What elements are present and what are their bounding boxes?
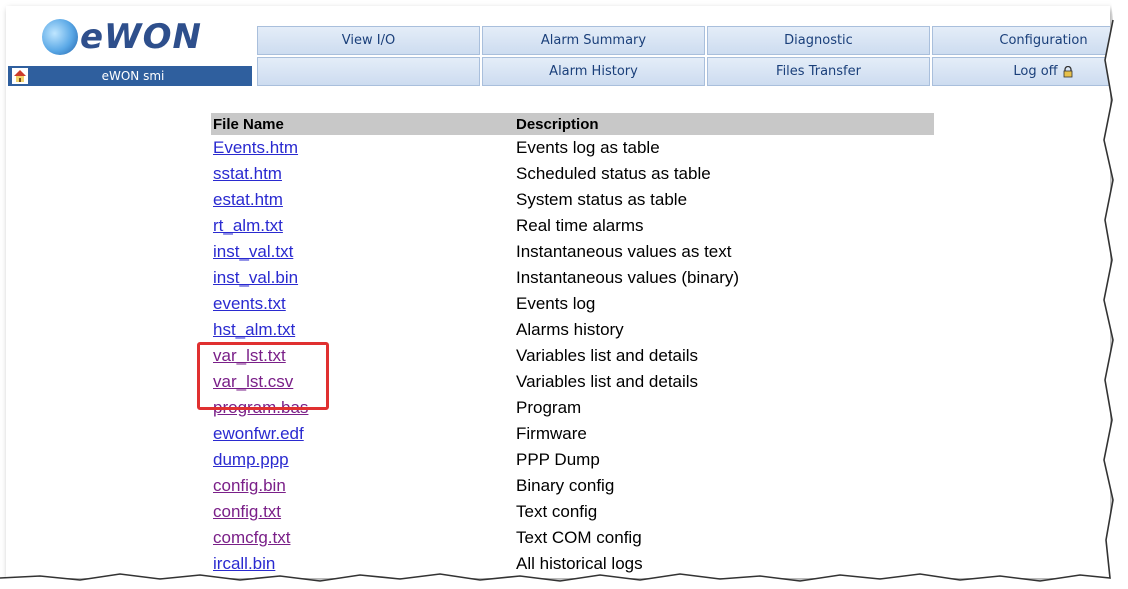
table-row: ewonfwr.edf Firmware [211, 421, 934, 447]
file-description: Text COM config [516, 528, 642, 547]
table-header-row: File Name Description [211, 113, 934, 135]
nav-view-io[interactable]: View I/O [257, 26, 480, 55]
logo-text: eWON [80, 17, 202, 57]
nav-empty-cell [257, 57, 480, 86]
file-link[interactable]: config.txt [213, 502, 281, 521]
file-description: Variables list and details [516, 372, 699, 391]
table-row: events.txt Events log [211, 291, 934, 317]
nav-alarm-history[interactable]: Alarm History [482, 57, 705, 86]
file-name-cell: sstat.htm [211, 161, 514, 187]
table-row: config.bin Binary config [211, 473, 934, 499]
table-row: inst_val.txt Instantaneous values as text [211, 239, 934, 265]
table-row: estat.htm System status as table [211, 187, 934, 213]
file-description: Real time alarms [516, 216, 644, 235]
file-name-cell: config.txt [211, 499, 514, 525]
file-link[interactable]: Events.htm [213, 138, 298, 157]
table-row: inst_val.bin Instantaneous values (binary… [211, 265, 934, 291]
table-row: hst_alm.txt Alarms history [211, 317, 934, 343]
file-description: Scheduled status as table [516, 164, 711, 183]
file-link[interactable]: comcfg.txt [213, 528, 290, 547]
file-description: Events log [516, 294, 596, 313]
file-link[interactable]: sstat.htm [213, 164, 282, 183]
file-description: PPP Dump [516, 450, 600, 469]
table-row: ircall.bin All historical logs [211, 551, 934, 577]
logo-area: eWON eWON smi [6, 6, 253, 86]
nav-diagnostic[interactable]: Diagnostic [707, 26, 930, 55]
file-description: Instantaneous values (binary) [516, 268, 740, 287]
file-name-cell: Events.htm [211, 135, 514, 161]
file-description: All historical logs [516, 554, 643, 573]
file-name-cell: hst_alm.txt [211, 317, 514, 343]
highlight-box [197, 342, 329, 410]
file-link[interactable]: events.txt [213, 294, 286, 313]
top-navigation: View I/O Alarm Summary Diagnostic Config… [257, 26, 1110, 86]
file-description: System status as table [516, 190, 688, 209]
file-name-cell: inst_val.bin [211, 265, 514, 291]
nav-files-transfer[interactable]: Files Transfer [707, 57, 930, 86]
file-name-cell: comcfg.txt [211, 525, 514, 551]
file-name-cell: inst_val.txt [211, 239, 514, 265]
nav-log-off[interactable]: Log off [932, 57, 1110, 86]
home-icon[interactable] [12, 68, 28, 84]
nav-alarm-summary[interactable]: Alarm Summary [482, 26, 705, 55]
file-link[interactable]: rt_alm.txt [213, 216, 283, 235]
table-row: Events.htm Events log as table [211, 135, 934, 161]
logo-swoosh-icon [42, 19, 78, 55]
file-link[interactable]: ewonfwr.edf [213, 424, 304, 443]
file-link[interactable]: estat.htm [213, 190, 283, 209]
file-name-cell: events.txt [211, 291, 514, 317]
table-row: config.txt Text config [211, 499, 934, 525]
table-row: comcfg.txt Text COM config [211, 525, 934, 551]
file-description: Firmware [516, 424, 587, 443]
nav-configuration[interactable]: Configuration [932, 26, 1110, 55]
device-name: eWON smi [101, 69, 165, 83]
file-name-cell: ircall.bin [211, 551, 514, 577]
file-name-cell: ewonfwr.edf [211, 421, 514, 447]
file-description: Text config [516, 502, 598, 521]
file-description: Events log as table [516, 138, 660, 157]
file-link[interactable]: ircall.bin [213, 554, 275, 573]
log-off-label: Log off [1013, 64, 1058, 79]
file-name-cell: estat.htm [211, 187, 514, 213]
browser-page: eWON eWON smi View I/O Alarm Summary Dia… [6, 6, 1110, 578]
table-row: rt_alm.txt Real time alarms [211, 213, 934, 239]
file-link[interactable]: dump.ppp [213, 450, 289, 469]
file-description: Binary config [516, 476, 615, 495]
table-row: dump.ppp PPP Dump [211, 447, 934, 473]
file-link[interactable]: inst_val.bin [213, 268, 298, 287]
file-name-cell: config.bin [211, 473, 514, 499]
file-description: Alarms history [516, 320, 624, 339]
column-header-file-name: File Name [211, 113, 514, 135]
file-name-cell: dump.ppp [211, 447, 514, 473]
file-link[interactable]: hst_alm.txt [213, 320, 295, 339]
ewon-logo: eWON [42, 14, 217, 60]
file-link[interactable]: config.bin [213, 476, 286, 495]
column-header-description: Description [514, 113, 934, 135]
home-bar[interactable]: eWON smi [8, 66, 252, 86]
file-description: Variables list and details [516, 346, 699, 365]
file-name-cell: rt_alm.txt [211, 213, 514, 239]
file-description: Instantaneous values as text [516, 242, 732, 261]
file-link[interactable]: inst_val.txt [213, 242, 293, 261]
file-description: Program [516, 398, 582, 417]
table-row: sstat.htm Scheduled status as table [211, 161, 934, 187]
lock-icon [1063, 65, 1073, 77]
